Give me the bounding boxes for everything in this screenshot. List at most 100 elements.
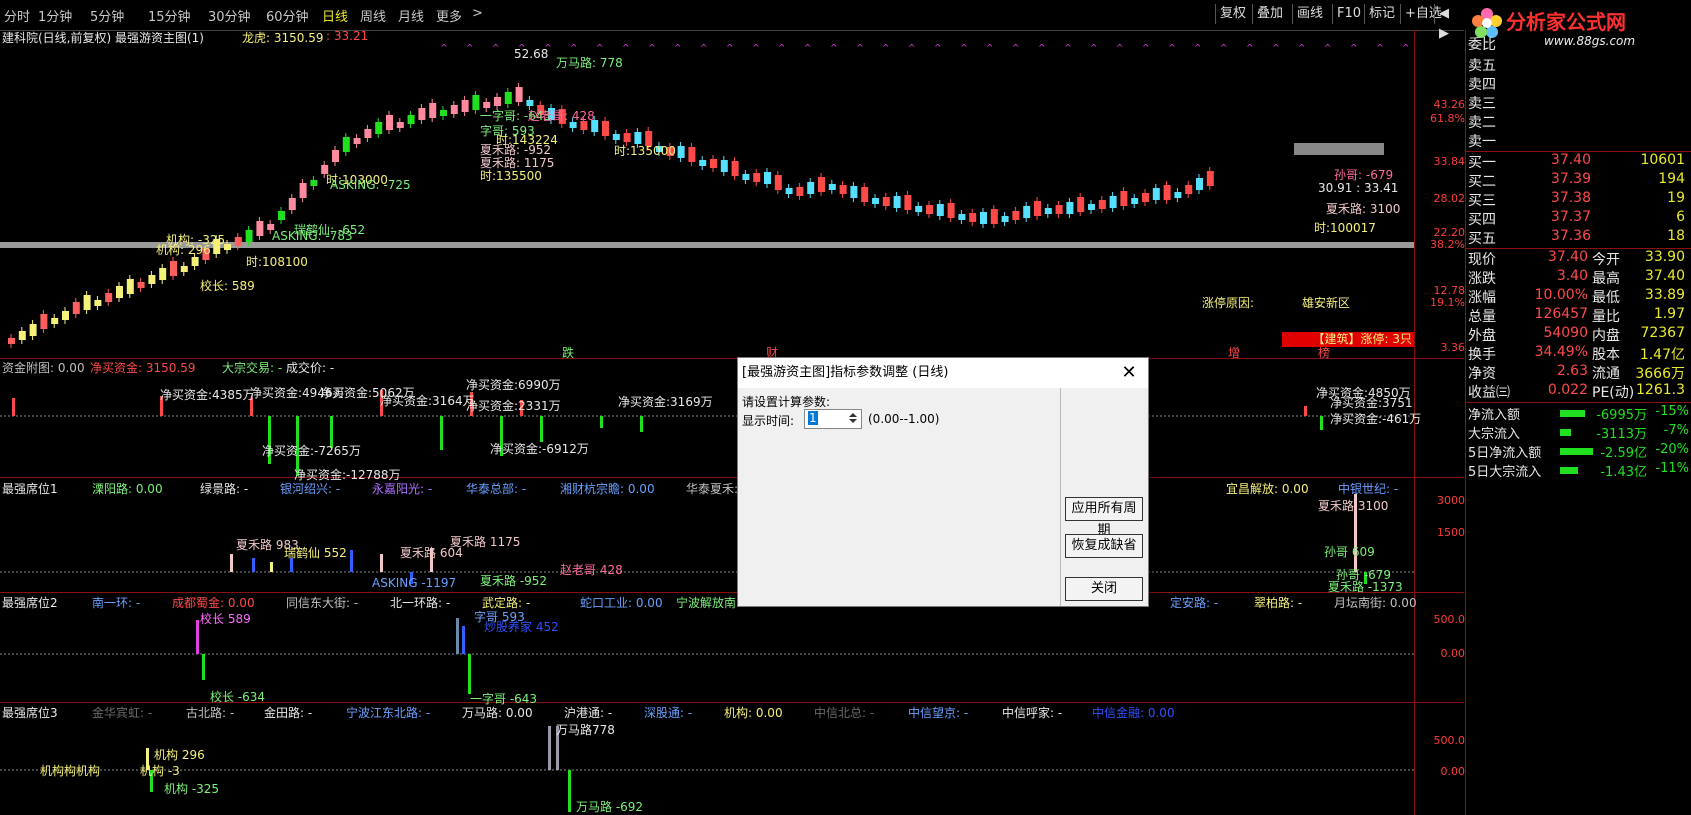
- buy-level[interactable]: 买四 37.37 6: [1466, 209, 1691, 229]
- seat3-chart[interactable]: [0, 718, 1414, 815]
- buy-level[interactable]: 买三 37.38 19: [1466, 190, 1691, 210]
- candle-body: [1152, 188, 1160, 200]
- panel-divider: [0, 592, 1464, 593]
- candle-body: [1174, 192, 1182, 198]
- buy-level[interactable]: 买一 37.40 10601: [1466, 152, 1691, 172]
- period-tab[interactable]: 5分钟: [90, 6, 124, 25]
- signal-mark: ×: [804, 44, 812, 50]
- candle-body: [1001, 216, 1009, 222]
- sell-level[interactable]: 卖五: [1466, 55, 1691, 75]
- candle-body: [429, 103, 437, 118]
- event-mark: 跌: [562, 346, 575, 360]
- buy-level[interactable]: 买五 37.36 18: [1466, 228, 1691, 248]
- period-tab[interactable]: 1分钟: [38, 6, 72, 25]
- event-mark: 榜: [1318, 346, 1331, 360]
- apply-all-periods-button[interactable]: 应用所有周期: [1065, 497, 1143, 538]
- candle-body: [504, 92, 512, 104]
- candle-body: [828, 184, 836, 190]
- sell-level[interactable]: 卖三: [1466, 93, 1691, 113]
- sell-level[interactable]: 卖四: [1466, 74, 1691, 94]
- period-tab[interactable]: 周线: [360, 6, 386, 25]
- buy-level[interactable]: 买二 37.39 194: [1466, 171, 1691, 191]
- seat-bar: [468, 654, 471, 694]
- flow-bar: [1560, 467, 1578, 474]
- display-time-label: 显示时间:: [742, 414, 795, 428]
- seat1-chart[interactable]: [0, 494, 1414, 590]
- period-tab[interactable]: 60分钟: [266, 6, 309, 25]
- period-tab[interactable]: 月线: [398, 6, 424, 25]
- last-close-tag: 30.91 : 33.41: [1318, 181, 1399, 195]
- candle-body: [926, 205, 933, 214]
- quote-commit-ratio: 委比: [1468, 37, 1496, 53]
- dragon-value-2: : 33.21: [326, 29, 369, 43]
- candle-body: [94, 300, 102, 306]
- period-tab[interactable]: 15分钟: [148, 6, 191, 25]
- chart-note: 时:108100: [246, 255, 308, 269]
- more-arrow-icon[interactable]: >: [472, 6, 483, 21]
- period-tab[interactable]: 更多: [436, 6, 462, 25]
- chart-note: 孙哥: -679: [1334, 168, 1394, 182]
- candle-body: [364, 129, 372, 138]
- spin-arrows-icon[interactable]: [846, 411, 860, 425]
- candle-body: [774, 175, 782, 190]
- candle-body: [882, 197, 890, 206]
- fund-bar: [540, 416, 543, 442]
- chart-note: 字哥: 593: [480, 124, 535, 138]
- seat-note: ASKING -1197: [372, 576, 457, 590]
- seat-note: 校长 589: [200, 612, 251, 626]
- candle-body: [83, 295, 91, 310]
- signal-mark: ×: [1142, 44, 1150, 50]
- price-axis-label: 3.36: [1440, 341, 1466, 354]
- restore-default-button[interactable]: 恢复成缺省: [1065, 534, 1143, 558]
- candle-body: [1098, 200, 1106, 209]
- f10-button[interactable]: F10: [1332, 4, 1365, 24]
- candle-body: [526, 100, 534, 106]
- candle-body: [872, 198, 879, 204]
- fund-flow-row: 5日净流入额 -2.59亿 -20%: [1468, 442, 1689, 461]
- seat-bar: [568, 770, 571, 812]
- sell-level[interactable]: 卖一: [1466, 131, 1691, 151]
- candle-body: [116, 286, 123, 298]
- indicator-param-dialog: [最强游资主图]指标参数调整 (日线) ✕ 请设置计算参数: 显示时间: 1 (…: [737, 357, 1149, 607]
- period-tab-active[interactable]: 日线: [322, 6, 348, 25]
- candle-body: [332, 150, 339, 162]
- candle-body: [1163, 185, 1171, 200]
- seat-axis-label: 500.0: [1433, 734, 1466, 747]
- chart-note: 校长: 589: [200, 279, 255, 293]
- mark-button[interactable]: 标记: [1364, 4, 1399, 24]
- close-button[interactable]: 关闭: [1065, 577, 1143, 601]
- candle-body: [731, 161, 739, 176]
- restore-rights-button[interactable]: 复权: [1215, 4, 1250, 24]
- signal-mark: ×: [1298, 44, 1306, 50]
- candle-body: [742, 174, 750, 180]
- seat-note: 万马路 -692: [576, 800, 644, 814]
- signal-mark: ×: [1350, 44, 1358, 50]
- nav-arrows-icon[interactable]: ◀ ▶: [1434, 4, 1464, 41]
- candle-body: [278, 211, 285, 220]
- sell-level[interactable]: 卖二: [1466, 112, 1691, 132]
- fund-flow-row: 5日大宗流入 -1.43亿 -11%: [1468, 461, 1689, 480]
- chart-note: ASKING: -725: [330, 178, 411, 192]
- candle-body: [850, 186, 858, 198]
- candle-body: [515, 87, 523, 102]
- display-time-input[interactable]: 1: [804, 409, 862, 429]
- seat-axis-label: 0.00: [1440, 765, 1466, 778]
- overlay-button[interactable]: 叠加: [1252, 4, 1287, 24]
- candle-body: [1012, 211, 1020, 220]
- candle-body: [602, 121, 609, 136]
- chart-note: 赵老哥: 428: [528, 109, 595, 123]
- seat-bar: [196, 620, 199, 654]
- seat-bar: [350, 550, 353, 572]
- draw-line-button[interactable]: 画线: [1292, 4, 1327, 24]
- close-icon[interactable]: ✕: [1116, 360, 1142, 386]
- signal-mark: ×: [466, 44, 474, 50]
- quote-stat-row: 外盘 54090 内盘 72367: [1468, 325, 1685, 344]
- period-toolbar: 分时 1分钟 5分钟 15分钟 30分钟 60分钟 日线 周线 月线 更多 > …: [0, 0, 1464, 41]
- quote-stat-row: 涨幅 10.00% 最低 33.89: [1468, 287, 1685, 306]
- period-tab[interactable]: 30分钟: [208, 6, 251, 25]
- candle-body: [904, 195, 912, 210]
- signal-mark: ×: [882, 44, 890, 50]
- period-tab[interactable]: 分时: [4, 6, 30, 25]
- fund-bar: [640, 416, 643, 432]
- candle-body: [1077, 197, 1085, 212]
